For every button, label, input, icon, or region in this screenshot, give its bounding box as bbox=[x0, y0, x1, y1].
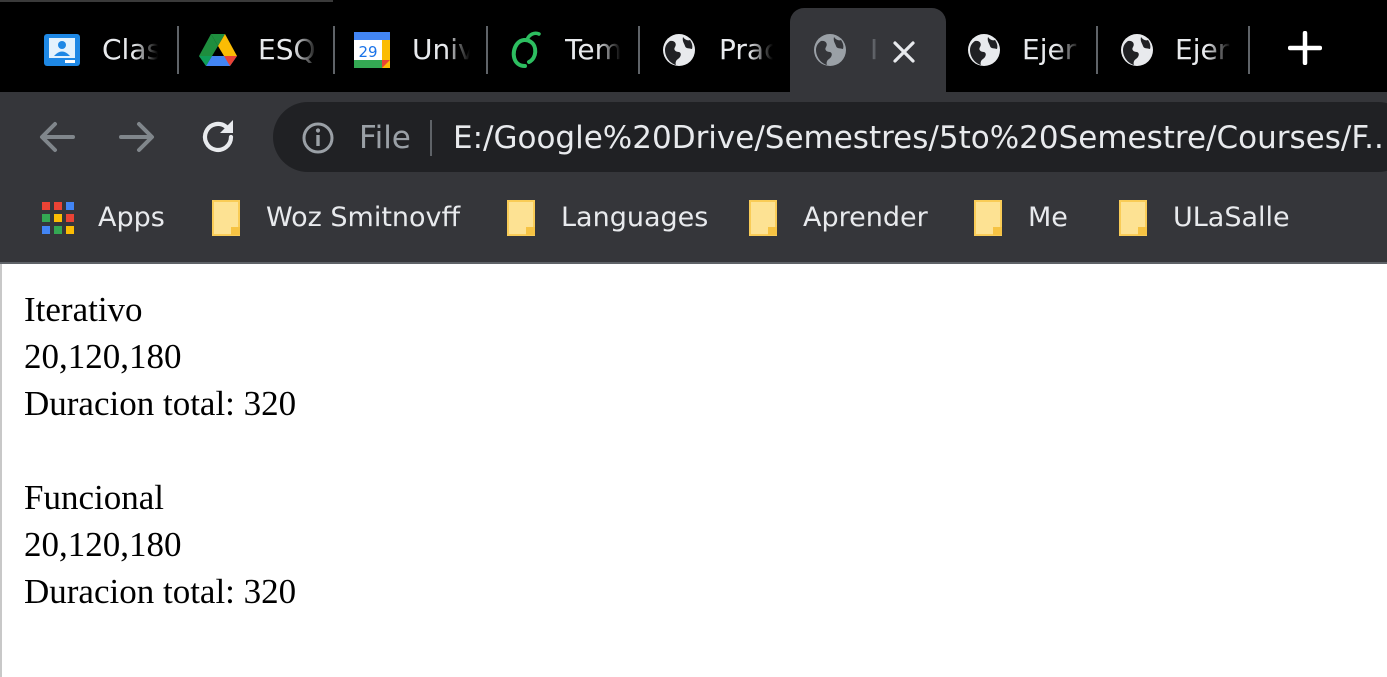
bookmark-ulasalle[interactable]: ULaSalle bbox=[1113, 196, 1290, 240]
bookmark-apps[interactable]: Apps bbox=[38, 196, 165, 240]
url-scheme-label: File bbox=[359, 120, 411, 156]
tab-separator bbox=[638, 26, 640, 74]
google-calendar-icon: 29 bbox=[352, 30, 392, 70]
apps-grid-icon bbox=[38, 198, 78, 238]
reload-button[interactable] bbox=[195, 114, 241, 160]
folder-icon bbox=[743, 198, 783, 238]
tab-prac[interactable]: Prac bbox=[643, 8, 783, 92]
tab-separator bbox=[1096, 26, 1098, 74]
globe-icon bbox=[810, 30, 850, 70]
back-arrow-icon bbox=[40, 122, 75, 152]
forward-button[interactable] bbox=[114, 114, 160, 160]
tab-drive[interactable]: ESQ bbox=[182, 8, 332, 92]
tab-calendar[interactable]: 29 Univ bbox=[338, 8, 486, 92]
address-bar[interactable]: File E:/Google%20Drive/Semestres/5to%20S… bbox=[273, 102, 1387, 172]
toolbar: File E:/Google%20Drive/Semestres/5to%20S… bbox=[0, 92, 1387, 182]
folder-icon bbox=[1113, 198, 1153, 238]
iterativo-values: 20,120,180 bbox=[24, 337, 182, 376]
new-tab-button[interactable] bbox=[1285, 28, 1325, 68]
tab-separator bbox=[1248, 26, 1250, 74]
folder-icon bbox=[968, 198, 1008, 238]
program-output: Iterativo 20,120,180 Duracion total: 320… bbox=[24, 286, 296, 615]
bookmark-aprender[interactable]: Aprender bbox=[743, 196, 928, 240]
google-drive-icon bbox=[198, 30, 238, 70]
bookmark-me[interactable]: Me bbox=[968, 196, 1068, 240]
tab-classroom[interactable]: Clas bbox=[28, 8, 176, 92]
tab-evernote[interactable]: Tem bbox=[491, 8, 637, 92]
plus-icon bbox=[1288, 31, 1322, 65]
url-text[interactable]: E:/Google%20Drive/Semestres/5to%20Semest… bbox=[453, 116, 1387, 160]
globe-icon bbox=[964, 30, 1004, 70]
funcional-heading: Funcional bbox=[24, 478, 164, 517]
bookmark-label: Apps bbox=[98, 202, 165, 233]
viewport-edge bbox=[0, 264, 2, 677]
evernote-icon bbox=[505, 30, 545, 70]
tab-label: Ejer bbox=[1022, 28, 1080, 72]
tab-ejer-2[interactable]: Ejer bbox=[1101, 8, 1247, 92]
funcional-values: 20,120,180 bbox=[24, 525, 182, 564]
svg-text:29: 29 bbox=[358, 43, 377, 61]
tab-strip-divider bbox=[0, 0, 333, 2]
funcional-total: Duracion total: 320 bbox=[24, 572, 297, 611]
bookmark-woz-smitnovff[interactable]: Woz Smitnovff bbox=[206, 196, 460, 240]
tab-active[interactable]: I bbox=[790, 8, 946, 92]
forward-arrow-icon bbox=[119, 122, 154, 152]
tab-ejer-1[interactable]: Ejer bbox=[950, 8, 1094, 92]
tab-label: Prac bbox=[719, 28, 773, 72]
bookmark-label: Me bbox=[1028, 202, 1068, 233]
info-icon[interactable] bbox=[301, 121, 335, 155]
tab-label: Clas bbox=[102, 28, 158, 72]
tab-label: Univ bbox=[412, 28, 470, 72]
back-button[interactable] bbox=[34, 114, 80, 160]
iterativo-total: Duracion total: 320 bbox=[24, 384, 297, 423]
omnibox-divider bbox=[430, 120, 432, 156]
tab-separator bbox=[177, 26, 179, 74]
tab-separator bbox=[333, 26, 335, 74]
tab-label: Tem bbox=[565, 28, 621, 72]
folder-icon bbox=[206, 198, 246, 238]
folder-icon bbox=[501, 198, 541, 238]
bookmark-label: Aprender bbox=[803, 202, 928, 233]
bookmark-label: Woz Smitnovff bbox=[266, 202, 461, 233]
iterativo-heading: Iterativo bbox=[24, 290, 143, 329]
bookmark-languages[interactable]: Languages bbox=[501, 196, 708, 240]
google-classroom-icon bbox=[42, 30, 82, 70]
tab-label: ESQ bbox=[258, 28, 318, 72]
tab-label: Ejer bbox=[1175, 28, 1231, 72]
tab-separator bbox=[486, 26, 488, 74]
globe-icon bbox=[1117, 30, 1157, 70]
page-content: Iterativo 20,120,180 Duracion total: 320… bbox=[0, 264, 1387, 677]
bookmarks-bar: Apps Woz Smitnovff Languages Aprender Me… bbox=[0, 182, 1387, 264]
close-icon[interactable] bbox=[888, 36, 920, 68]
tab-strip: Clas ESQ 29 Univ Tem Prac I Ejer Ejer bbox=[0, 0, 1387, 92]
bookmark-label: ULaSalle bbox=[1173, 202, 1290, 233]
bookmark-label: Languages bbox=[561, 202, 709, 233]
tab-label: I bbox=[870, 28, 884, 72]
globe-icon bbox=[659, 30, 699, 70]
reload-icon bbox=[202, 120, 234, 153]
